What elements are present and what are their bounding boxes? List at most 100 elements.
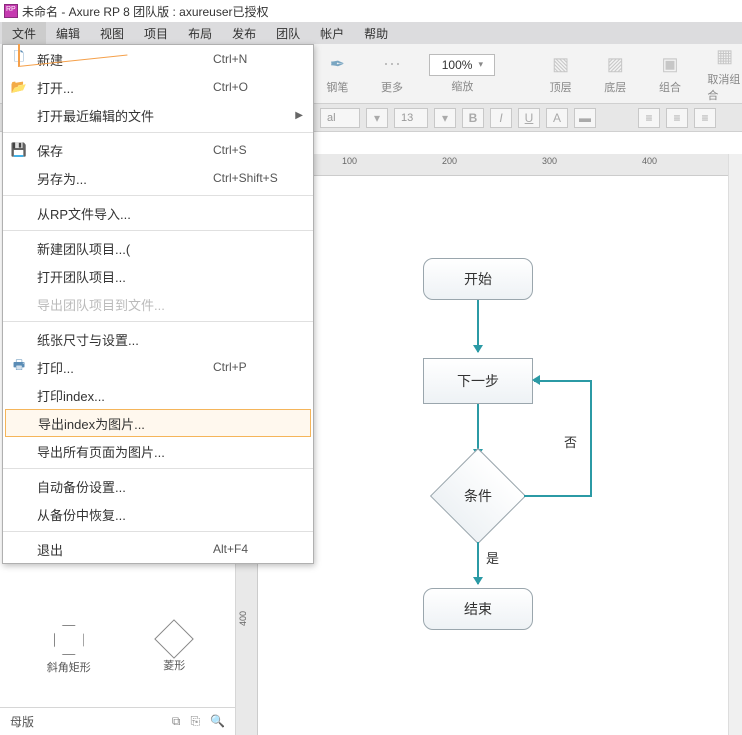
tool-front-label: 顶层 (550, 79, 572, 95)
tool-ungroup[interactable]: ▦ 取消组合 (707, 45, 742, 103)
menu-separator (3, 132, 313, 133)
menu-separator (3, 195, 313, 196)
file-new-team-project[interactable]: 新建团队项目...( (3, 234, 313, 262)
align-left-button[interactable]: ≡ (638, 108, 660, 128)
menu-separator (3, 531, 313, 532)
file-auto-backup[interactable]: 自动备份设置... (3, 472, 313, 500)
bold-button[interactable]: B (462, 108, 484, 128)
file-import-rp[interactable]: 从RP文件导入... (3, 199, 313, 227)
tool-more-label: 更多 (381, 79, 403, 95)
tool-back-label: 底层 (604, 79, 626, 95)
arrowhead-icon (532, 375, 540, 385)
search-icon[interactable]: 🔍 (210, 714, 225, 729)
fill-color-button[interactable]: ▬ (574, 108, 596, 128)
flow-end-node[interactable]: 结束 (423, 588, 533, 630)
font-family-dropdown[interactable]: ▾ (366, 108, 388, 128)
ruler-tick: 400 (642, 156, 657, 166)
shape-diamond-label: 菱形 (163, 657, 185, 673)
align-center-button[interactable]: ≡ (666, 108, 688, 128)
menu-separator (3, 230, 313, 231)
open-folder-icon: 📂 (11, 79, 27, 95)
menu-view[interactable]: 视图 (90, 22, 134, 45)
file-export-all-images[interactable]: 导出所有页面为图片... (3, 437, 313, 465)
ruler-tick: 300 (542, 156, 557, 166)
file-open[interactable]: 📂打开...Ctrl+O (3, 73, 313, 101)
tool-pen[interactable]: ✒ 钢笔 (320, 53, 355, 95)
file-print[interactable]: 🖶打印...Ctrl+P (3, 353, 313, 381)
italic-button[interactable]: I (490, 108, 512, 128)
bring-front-icon: ▧ (549, 53, 573, 77)
ungroup-icon: ▦ (713, 45, 737, 69)
menu-publish[interactable]: 发布 (222, 22, 266, 45)
window-title: 未命名 - Axure RP 8 团队版 : axureuser已授权 (22, 3, 269, 20)
file-exit[interactable]: 退出Alt+F4 (3, 535, 313, 563)
tool-more[interactable]: ⋯ 更多 (375, 53, 410, 95)
flow-step-node[interactable]: 下一步 (423, 358, 533, 404)
shape-library-row: 斜角矩形 菱形 (0, 619, 235, 681)
file-restore-backup[interactable]: 从备份中恢复... (3, 500, 313, 528)
left-panel-footer: 母版 ⧉ ⎘ 🔍 (0, 707, 235, 735)
tool-front[interactable]: ▧ 顶层 (543, 53, 578, 95)
diamond-icon (154, 619, 194, 659)
file-export-index-image[interactable]: 导出index为图片... (5, 409, 311, 437)
tool-zoom-label: 缩放 (451, 78, 473, 94)
tool-group[interactable]: ▣ 组合 (653, 53, 688, 95)
zoom-value[interactable]: 100%▾ (429, 54, 495, 76)
file-print-index[interactable]: 打印index... (3, 381, 313, 409)
menu-separator (3, 468, 313, 469)
shape-octagon[interactable]: 斜角矩形 (47, 625, 91, 675)
menu-layout[interactable]: 布局 (178, 22, 222, 45)
file-page-setup[interactable]: 纸张尺寸与设置... (3, 325, 313, 353)
more-icon: ⋯ (380, 53, 404, 77)
new-file-icon: 🗋 (11, 51, 27, 67)
tool-group-label: 组合 (659, 79, 681, 95)
tool-pen-label: 钢笔 (326, 79, 348, 95)
menu-project[interactable]: 项目 (134, 22, 178, 45)
canvas[interactable]: 开始 下一步 条件 否 是 结束 (258, 176, 742, 735)
tool-zoom[interactable]: 100%▾ 缩放 (429, 54, 495, 94)
add-folder-icon[interactable]: ⎘ (190, 714, 200, 729)
send-back-icon: ▨ (603, 53, 627, 77)
flow-connector (534, 380, 592, 382)
vertical-scrollbar[interactable] (728, 154, 742, 735)
shape-diamond[interactable]: 菱形 (160, 625, 188, 675)
menu-edit[interactable]: 编辑 (46, 22, 90, 45)
file-menu-dropdown: 🗋新建Ctrl+N 📂打开...Ctrl+O 打开最近编辑的文件▶ 💾保存Ctr… (2, 44, 314, 564)
menu-account[interactable]: 帐户 (310, 22, 354, 45)
menu-help[interactable]: 帮助 (354, 22, 398, 45)
font-size-field[interactable]: 13 (394, 108, 428, 128)
underline-button[interactable]: U (518, 108, 540, 128)
tool-back[interactable]: ▨ 底层 (598, 53, 633, 95)
add-page-icon[interactable]: ⧉ (172, 714, 181, 729)
save-icon: 💾 (11, 142, 27, 158)
file-export-team-project: 导出团队项目到文件... (3, 290, 313, 318)
flow-label-no: 否 (564, 432, 577, 451)
ruler-tick: 200 (442, 156, 457, 166)
font-family-field[interactable]: al (320, 108, 360, 128)
file-save-as[interactable]: 另存为...Ctrl+Shift+S (3, 164, 313, 192)
flow-connector (590, 380, 592, 497)
app-icon (4, 4, 18, 18)
ruler-horizontal: 100 200 300 400 (258, 154, 742, 176)
flow-decision-node[interactable]: 条件 (430, 448, 526, 544)
align-right-button[interactable]: ≡ (694, 108, 716, 128)
shape-octagon-label: 斜角矩形 (47, 659, 91, 675)
ruler-tick: 400 (238, 611, 248, 626)
menu-separator (3, 321, 313, 322)
file-open-team-project[interactable]: 打开团队项目... (3, 262, 313, 290)
font-size-dropdown[interactable]: ▾ (434, 108, 456, 128)
flow-arrow (477, 300, 479, 352)
tool-ungroup-label: 取消组合 (707, 71, 742, 103)
file-new[interactable]: 🗋新建Ctrl+N (3, 45, 313, 73)
flow-start-node[interactable]: 开始 (423, 258, 533, 300)
ruler-tick: 100 (342, 156, 357, 166)
font-color-button[interactable]: A (546, 108, 568, 128)
flow-label-yes: 是 (486, 548, 499, 567)
file-save[interactable]: 💾保存Ctrl+S (3, 136, 313, 164)
file-recent[interactable]: 打开最近编辑的文件▶ (3, 101, 313, 129)
menu-team[interactable]: 团队 (266, 22, 310, 45)
flow-arrow (477, 542, 479, 584)
group-icon: ▣ (658, 53, 682, 77)
menu-file[interactable]: 文件 (2, 22, 46, 45)
master-tab[interactable]: 母版 (10, 713, 34, 730)
